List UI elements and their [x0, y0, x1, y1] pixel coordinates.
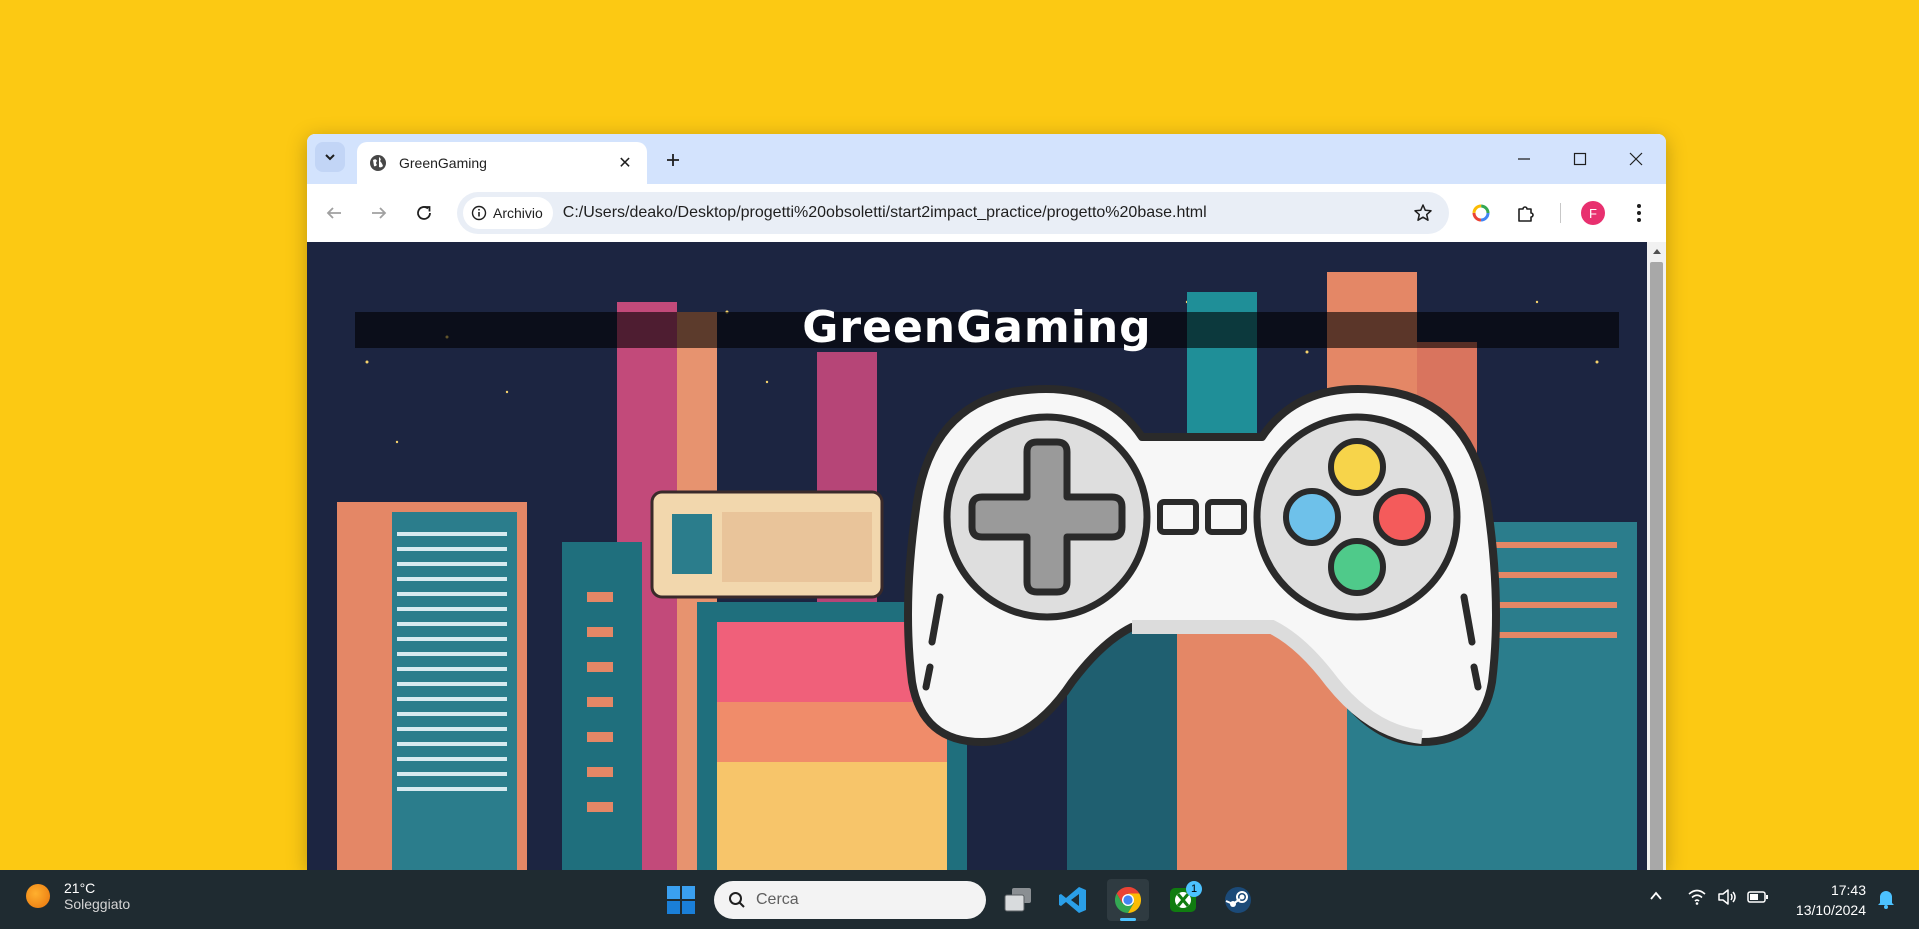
site-info-chip[interactable]: Archivio	[463, 197, 553, 229]
battery-icon	[1747, 891, 1768, 903]
toolbar-divider	[1560, 203, 1561, 223]
taskbar-vscode[interactable]	[1052, 879, 1094, 921]
clock-date: 13/10/2024	[1795, 902, 1866, 918]
info-icon	[471, 205, 487, 221]
taskbar-steam[interactable]	[1217, 879, 1259, 921]
page-body: GreenGaming	[307, 242, 1647, 870]
tab-search-button[interactable]	[315, 142, 345, 172]
address-bar[interactable]: Archivio C:/Users/deako/Desktop/progetti…	[457, 192, 1449, 234]
browser-window: GreenGaming ✕ Archivio C:/Users/deako/De…	[307, 134, 1666, 870]
taskbar-chrome[interactable]	[1107, 879, 1149, 921]
forward-button[interactable]	[364, 198, 394, 228]
clock-time: 17:43	[1830, 882, 1866, 898]
bell-icon	[1878, 891, 1894, 909]
notification-badge: 1	[1186, 881, 1202, 897]
more-vert-icon	[1637, 204, 1641, 222]
close-icon	[1629, 152, 1643, 166]
arrow-left-icon	[326, 207, 341, 219]
volume-status[interactable]	[1717, 888, 1737, 911]
start-button[interactable]	[660, 879, 702, 921]
avatar: F	[1581, 201, 1605, 225]
menu-button[interactable]	[1624, 198, 1654, 228]
search-icon	[729, 892, 745, 908]
bookmark-button[interactable]	[1407, 197, 1439, 229]
scrollbar-thumb[interactable]	[1650, 262, 1663, 870]
chrome-labs-button[interactable]	[1466, 198, 1496, 228]
vscode-icon	[1059, 887, 1086, 913]
steam-icon	[1225, 887, 1251, 913]
wifi-icon	[1688, 889, 1706, 905]
speaker-icon	[1718, 889, 1736, 905]
windows-logo-icon	[667, 886, 695, 914]
show-hidden-icons-button[interactable]	[1648, 888, 1664, 909]
close-tab-icon[interactable]: ✕	[615, 153, 635, 173]
weather-temperature: 21°C	[64, 880, 96, 896]
reload-button[interactable]	[409, 198, 439, 228]
active-indicator	[1120, 918, 1136, 921]
tab-title: GreenGaming	[399, 155, 487, 171]
plus-icon	[667, 154, 679, 166]
scroll-up-arrow-icon[interactable]	[1647, 242, 1666, 259]
taskbar: 21°C Soleggiato Cerca 1 17:43 13/10/2024	[0, 870, 1919, 929]
site-chip-label: Archivio	[493, 205, 543, 221]
chrome-icon	[1114, 886, 1142, 914]
sun-icon	[26, 884, 50, 908]
page-viewport: GreenGaming	[307, 242, 1666, 870]
weather-description: Soleggiato	[64, 896, 131, 912]
taskbar-search[interactable]: Cerca	[714, 881, 986, 919]
url-text[interactable]: C:/Users/deako/Desktop/progetti%20obsole…	[563, 204, 1407, 222]
gamepad-image	[904, 385, 1500, 746]
task-view-icon	[1004, 888, 1031, 912]
page-title: GreenGaming	[802, 302, 1152, 353]
clock[interactable]: 17:43 13/10/2024	[1778, 880, 1866, 920]
tab-bar: GreenGaming ✕	[307, 134, 1666, 184]
maximize-icon	[1573, 152, 1587, 166]
weather-widget[interactable]: 21°C Soleggiato	[26, 880, 130, 912]
wifi-status[interactable]	[1687, 888, 1707, 911]
reload-icon	[417, 206, 431, 220]
maximize-button[interactable]	[1552, 134, 1608, 184]
taskbar-xbox[interactable]: 1	[1162, 879, 1204, 921]
vertical-scrollbar[interactable]	[1647, 242, 1666, 870]
back-button[interactable]	[319, 198, 349, 228]
color-ring-icon	[1472, 204, 1490, 222]
tab-greengaming[interactable]: GreenGaming ✕	[357, 142, 647, 184]
star-icon	[1414, 204, 1432, 221]
battery-status[interactable]	[1747, 888, 1769, 911]
notifications-button[interactable]	[1877, 889, 1895, 914]
extensions-button[interactable]	[1511, 198, 1541, 228]
globe-icon	[370, 155, 386, 171]
close-window-button[interactable]	[1608, 134, 1664, 184]
minimize-button[interactable]	[1496, 134, 1552, 184]
chevron-up-icon	[1650, 891, 1662, 900]
new-tab-button[interactable]	[659, 146, 687, 174]
task-view-button[interactable]	[997, 879, 1039, 921]
puzzle-icon	[1518, 206, 1534, 222]
arrow-right-icon	[372, 207, 387, 219]
profile-button[interactable]: F	[1578, 198, 1608, 228]
search-placeholder: Cerca	[756, 891, 799, 908]
minimize-icon	[1518, 158, 1530, 160]
chevron-down-icon	[325, 154, 335, 161]
browser-toolbar: Archivio C:/Users/deako/Desktop/progetti…	[307, 184, 1666, 242]
